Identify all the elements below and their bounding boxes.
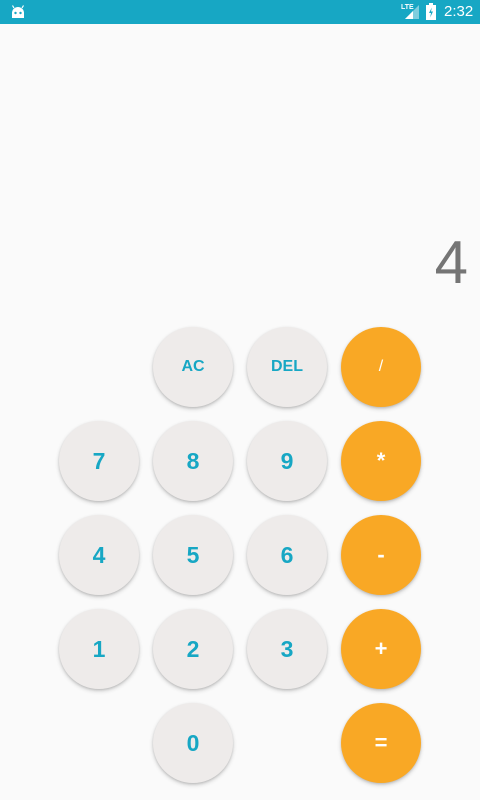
delete-button[interactable]: DEL <box>247 327 327 407</box>
digit-6-button[interactable]: 6 <box>247 515 327 595</box>
digit-5-button[interactable]: 5 <box>153 515 233 595</box>
subtract-button[interactable]: - <box>341 515 421 595</box>
divide-button[interactable]: / <box>341 327 421 407</box>
add-button[interactable]: + <box>341 609 421 689</box>
digit-9-button[interactable]: 9 <box>247 421 327 501</box>
status-clock: 2:32 <box>444 3 474 20</box>
clear-button[interactable]: AC <box>153 327 233 407</box>
result-display: 4 <box>434 229 468 296</box>
digit-2-button[interactable]: 2 <box>153 609 233 689</box>
status-bar: LTE 2:32 <box>0 0 480 24</box>
digit-0-button[interactable]: 0 <box>153 703 233 783</box>
signal-icon <box>405 5 419 19</box>
digit-1-button[interactable]: 1 <box>59 609 139 689</box>
digit-8-button[interactable]: 8 <box>153 421 233 501</box>
android-icon <box>11 5 25 18</box>
multiply-button[interactable]: * <box>341 421 421 501</box>
equals-button[interactable]: = <box>341 703 421 783</box>
digit-3-button[interactable]: 3 <box>247 609 327 689</box>
digit-7-button[interactable]: 7 <box>59 421 139 501</box>
battery-icon <box>426 3 436 20</box>
digit-4-button[interactable]: 4 <box>59 515 139 595</box>
